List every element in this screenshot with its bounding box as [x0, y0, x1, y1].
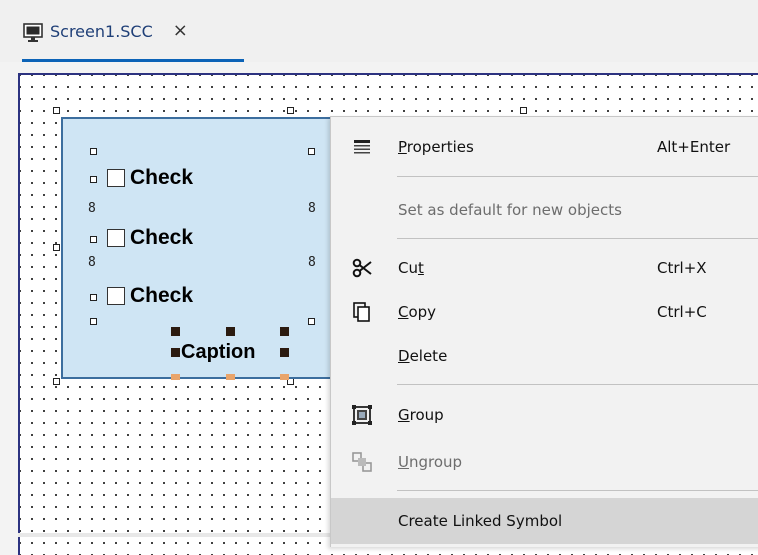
menu-item-label: Properties — [398, 138, 474, 156]
scissors-icon — [351, 257, 373, 279]
tab-screen1[interactable]: Screen1.SCC × — [22, 18, 244, 62]
selection-handle[interactable] — [53, 378, 60, 385]
checkbox-1-label: Check — [130, 166, 194, 189]
group-icon — [351, 404, 373, 426]
resize-handle-marker: 8 — [88, 255, 96, 270]
selection-handle[interactable] — [53, 107, 60, 114]
menu-separator — [397, 384, 758, 385]
menu-item-delete[interactable]: Delete — [331, 333, 758, 379]
close-icon[interactable]: × — [173, 20, 188, 41]
context-menu: Properties Alt+Enter Set as default for … — [330, 116, 758, 547]
checkbox-2[interactable] — [107, 229, 125, 247]
selection-handle[interactable] — [90, 236, 97, 243]
menu-separator — [397, 238, 758, 239]
menu-item-label: Group — [398, 406, 444, 424]
selection-handle[interactable] — [520, 107, 527, 114]
menu-item-label: Create Linked Symbol — [398, 512, 563, 530]
resize-handle-marker: 8 — [88, 201, 96, 216]
copy-icon — [351, 301, 373, 323]
menu-separator — [397, 490, 758, 491]
checkbox-3[interactable] — [107, 287, 125, 305]
menu-item-properties[interactable]: Properties Alt+Enter — [331, 124, 758, 170]
menu-separator — [397, 176, 758, 177]
menu-item-group[interactable]: Group — [331, 392, 758, 438]
selection-handle[interactable] — [226, 327, 235, 336]
selection-handle[interactable] — [308, 148, 315, 155]
tab-label: Screen1.SCC — [50, 22, 153, 41]
selection-handle[interactable] — [280, 327, 289, 336]
menu-item-label: Set as default for new objects — [398, 201, 622, 219]
selection-handle[interactable] — [226, 374, 235, 380]
caption-label[interactable]: Caption — [181, 341, 255, 364]
selection-handle[interactable] — [90, 294, 97, 301]
checkbox-1[interactable] — [107, 169, 125, 187]
selection-handle[interactable] — [280, 348, 289, 357]
menu-item-label: Copy — [398, 303, 437, 321]
tab-strip: Screen1.SCC × — [0, 0, 758, 62]
checkbox-2-label: Check — [130, 226, 194, 249]
selection-handle[interactable] — [90, 176, 97, 183]
selection-handle[interactable] — [280, 374, 289, 380]
selection-handle[interactable] — [171, 374, 180, 380]
menu-item-shortcut: Ctrl+X — [657, 259, 707, 277]
menu-item-label: Ungroup — [398, 453, 463, 471]
selection-handle[interactable] — [90, 148, 97, 155]
selection-handle[interactable] — [171, 348, 180, 357]
menu-item-label: Delete — [398, 347, 448, 365]
selection-handle[interactable] — [53, 244, 60, 251]
menu-item-create-linked-symbol[interactable]: Create Linked Symbol — [331, 498, 758, 544]
ungroup-icon — [351, 451, 373, 473]
selection-handle[interactable] — [171, 327, 180, 336]
selection-handle[interactable] — [287, 107, 294, 114]
monitor-icon — [23, 23, 43, 42]
menu-item-ungroup[interactable]: Ungroup — [331, 439, 758, 485]
selection-handle[interactable] — [90, 318, 97, 325]
resize-handle-marker: 8 — [308, 201, 316, 216]
menu-item-shortcut: Ctrl+C — [657, 303, 707, 321]
resize-handle-marker: 8 — [308, 255, 316, 270]
menu-item-label: Cut — [398, 259, 424, 277]
menu-item-cut[interactable]: Cut Ctrl+X — [331, 245, 758, 291]
menu-item-copy[interactable]: Copy Ctrl+C — [331, 289, 758, 335]
checkbox-3-label: Check — [130, 284, 194, 307]
tab-active-indicator — [22, 59, 244, 62]
menu-item-shortcut: Alt+Enter — [657, 138, 731, 156]
selection-handle[interactable] — [308, 318, 315, 325]
properties-icon — [351, 136, 373, 158]
menu-item-set-default[interactable]: Set as default for new objects — [331, 187, 758, 233]
